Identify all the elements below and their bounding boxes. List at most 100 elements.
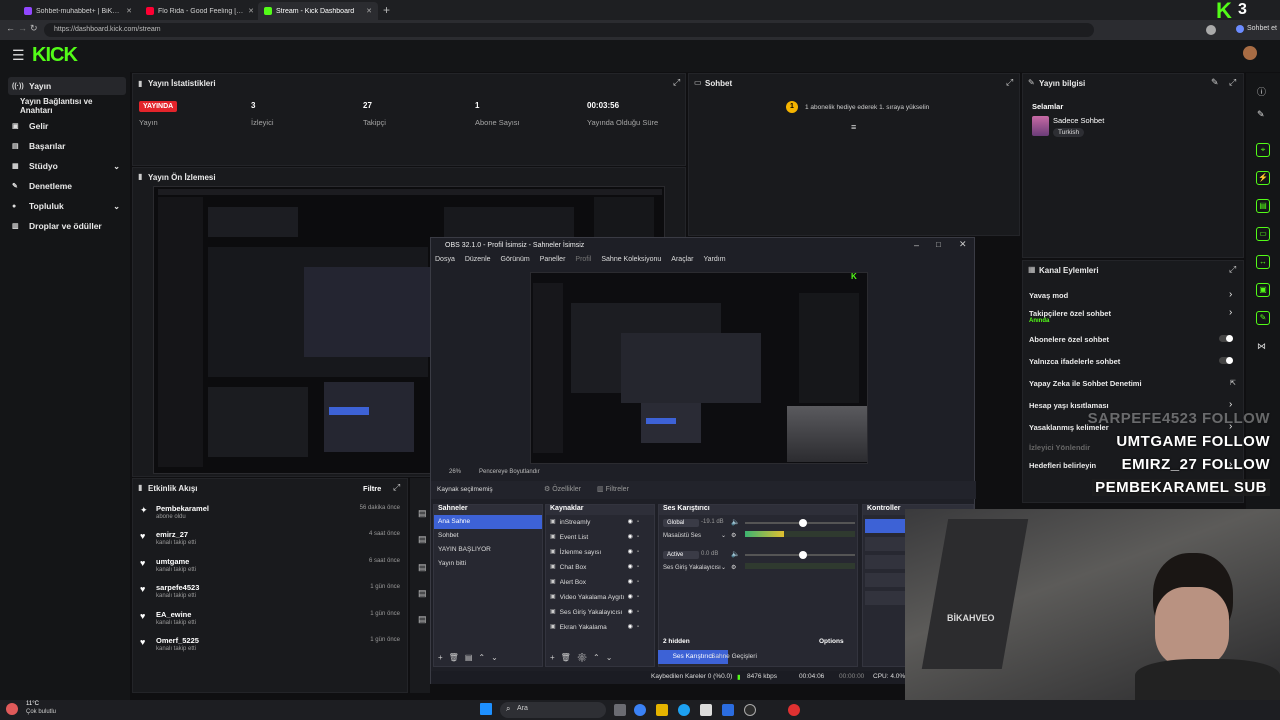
sidebar-item[interactable]: ▤ Başarılar <box>8 137 126 155</box>
minimize-icon[interactable]: – <box>914 240 919 250</box>
toggle-switch[interactable] <box>1219 335 1233 342</box>
tab-close-icon[interactable]: ✕ <box>248 7 254 15</box>
channel-action-label[interactable]: Yapay Zeka ile Sohbet Denetimi <box>1029 379 1142 388</box>
obs-taskbar-icon[interactable] <box>744 704 756 716</box>
row-action-icon[interactable]: ▤ <box>418 508 427 519</box>
activity-event[interactable]: ✦ Pembekaramel abone oldu 56 dakika önce <box>138 504 408 530</box>
zoom-level[interactable]: 26% <box>449 469 461 475</box>
event-user[interactable]: Pembekaramel <box>156 504 209 513</box>
category-name[interactable]: Sadece Sohbet <box>1053 116 1104 125</box>
volume-slider[interactable] <box>745 551 855 559</box>
chevron-right-icon[interactable]: › <box>1229 307 1232 318</box>
menu-icon[interactable]: ☰ <box>12 47 25 64</box>
channel-action-label[interactable]: Takipçilere özel sohbet <box>1029 309 1111 318</box>
tool-launch-icon[interactable]: ⌖ <box>1256 143 1270 157</box>
source-item[interactable]: ▣ İzlenme sayısı ◉ ▪ <box>546 545 654 560</box>
lock-icon[interactable]: ▪ <box>637 545 639 560</box>
activity-event[interactable]: ♥ EA_ewine kanalı takip etti 1 gün önce <box>138 610 408 636</box>
lock-icon[interactable]: ▪ <box>637 605 639 620</box>
file-explorer-icon[interactable] <box>656 704 668 716</box>
external-link-icon[interactable]: ⇱ <box>1230 379 1236 387</box>
obs-menu-item[interactable]: Düzenle <box>465 256 491 263</box>
filter-button[interactable]: Filtre <box>363 484 381 493</box>
scene-item[interactable]: Ana Sahne <box>434 515 542 529</box>
volume-knob[interactable] <box>799 519 807 527</box>
profile-avatar[interactable] <box>1206 25 1216 35</box>
close-icon[interactable]: ✕ <box>959 239 967 250</box>
virtual-cam-button[interactable] <box>865 555 905 569</box>
event-user[interactable]: Omerf_5225 <box>156 636 199 645</box>
obs-menu-item[interactable]: Profil <box>575 256 591 263</box>
weather-temp[interactable]: 11°C <box>26 701 39 707</box>
properties-button[interactable]: ⚙ Özellikler <box>544 485 581 493</box>
sidebar-item[interactable]: ● Topluluk ⌄ <box>8 197 126 215</box>
share-icon[interactable]: ⋈ <box>1257 341 1266 352</box>
source-item[interactable]: ▣ Chat Box ◉ ▪ <box>546 560 654 575</box>
chevron-right-icon[interactable]: › <box>1229 399 1232 410</box>
info-icon[interactable]: ⓘ <box>1257 85 1266 98</box>
obs-menu-item[interactable]: Sahne Koleksiyonu <box>601 256 661 263</box>
browser-tab[interactable]: Flo Rida - Good Feeling [Offi... ✕ <box>140 2 260 20</box>
eye-icon[interactable]: ◉ <box>628 620 633 635</box>
lock-icon[interactable]: ▪ <box>637 590 639 605</box>
copilot-icon[interactable] <box>634 704 646 716</box>
channel-action-label[interactable]: İzleyici Yönlendir <box>1029 443 1090 452</box>
activity-event[interactable]: ♥ Omerf_5225 kanalı takip etti 1 gün önce <box>138 636 408 662</box>
record-button[interactable] <box>865 537 905 551</box>
row-action-icon[interactable]: ▤ <box>418 588 427 599</box>
mixer-settings-icon[interactable]: ⚙ <box>731 532 736 539</box>
sidebar-item[interactable]: ▣ Gelir <box>8 117 126 135</box>
pen-icon[interactable]: ✎ <box>1257 109 1265 120</box>
channel-actions-popout-icon[interactable]: ⤢ <box>1229 264 1236 275</box>
channel-action-label[interactable]: Hedefleri belirleyin <box>1029 461 1096 470</box>
eye-icon[interactable]: ◉ <box>628 590 633 605</box>
new-tab-button[interactable]: + <box>383 3 390 17</box>
tab-close-icon[interactable]: ✕ <box>366 7 372 15</box>
tool-card-icon[interactable]: ▣ <box>1256 283 1270 297</box>
pinned-icon[interactable]: ≡ <box>851 122 856 132</box>
task-view-icon[interactable] <box>614 704 626 716</box>
scene-item[interactable]: YAYIN BAŞLIYOR <box>434 543 542 557</box>
volume-slider[interactable] <box>745 519 855 527</box>
sidebar-item[interactable]: ((·)) Yayın <box>8 77 126 95</box>
lock-icon[interactable]: ▪ <box>637 530 639 545</box>
stream-info-popout-icon[interactable]: ⤢ <box>1229 77 1236 88</box>
channel-action-label[interactable]: Hesap yaşı kısıtlaması <box>1029 401 1109 410</box>
source-item[interactable]: ▣ Video Yakalama Aygıtı ◉ ▪ <box>546 590 654 605</box>
back-arrow-icon[interactable]: ← <box>6 23 15 33</box>
obs-menu-item[interactable]: Dosya <box>435 256 455 263</box>
sidebar-item[interactable]: ▥ Droplar ve ödüller <box>8 217 126 235</box>
source-item[interactable]: ▣ Ekran Yakalama ◉ ▪ <box>546 620 654 635</box>
speaker-icon[interactable]: 🔈 <box>731 518 740 526</box>
chevron-down-icon[interactable]: ⌄ <box>721 564 726 571</box>
stream-info-edit-icon[interactable]: ✎ <box>1211 77 1219 88</box>
obs-menu-item[interactable]: Paneller <box>540 256 566 263</box>
chevron-right-icon[interactable]: › <box>1229 289 1232 300</box>
row-action-icon[interactable]: ▤ <box>418 562 427 573</box>
event-user[interactable]: sarpefe4523 <box>156 583 199 592</box>
obs-menu-item[interactable]: Araçlar <box>671 256 693 263</box>
tool-chat-icon[interactable]: ▭ <box>1256 227 1270 241</box>
filters-button[interactable]: ▥ Filtreler <box>597 485 629 493</box>
browser-tab[interactable]: Sohbet-muhabbet+ | BiKahve0/Tw... ✕ <box>18 2 138 20</box>
expand-icon[interactable]: ⤢ <box>673 77 680 88</box>
activity-popout-icon[interactable]: ⤢ <box>393 482 400 493</box>
weather-text[interactable]: Çok bulutlu <box>26 709 56 715</box>
options-button[interactable]: Options <box>819 638 844 645</box>
lock-icon[interactable]: ▪ <box>637 515 639 530</box>
eye-icon[interactable]: ◉ <box>628 605 633 620</box>
kick-logo[interactable]: KICK <box>32 44 78 67</box>
eye-icon[interactable]: ◉ <box>628 575 633 590</box>
row-action-icon[interactable]: ▤ <box>418 534 427 545</box>
browser-tab[interactable]: Stream - Kick Dashboard ✕ <box>258 2 378 20</box>
source-item[interactable]: ▣ Ses Giriş Yakalayıcısı ◉ ▪ <box>546 605 654 620</box>
tab-close-icon[interactable]: ✕ <box>126 7 132 15</box>
hidden-count[interactable]: 2 hidden <box>663 638 690 645</box>
obs-menu-item[interactable]: Görünüm <box>501 256 530 263</box>
reload-icon[interactable]: ↻ <box>30 23 38 34</box>
tool-trash-icon[interactable]: ▤ <box>1256 199 1270 213</box>
sidebar-item[interactable]: Yayın Bağlantısı ve Anahtarı <box>8 97 126 115</box>
scene-item[interactable]: Yayın bitti <box>434 557 542 571</box>
obs-menu-item[interactable]: Yardım <box>703 256 725 263</box>
lock-icon[interactable]: ▪ <box>637 560 639 575</box>
